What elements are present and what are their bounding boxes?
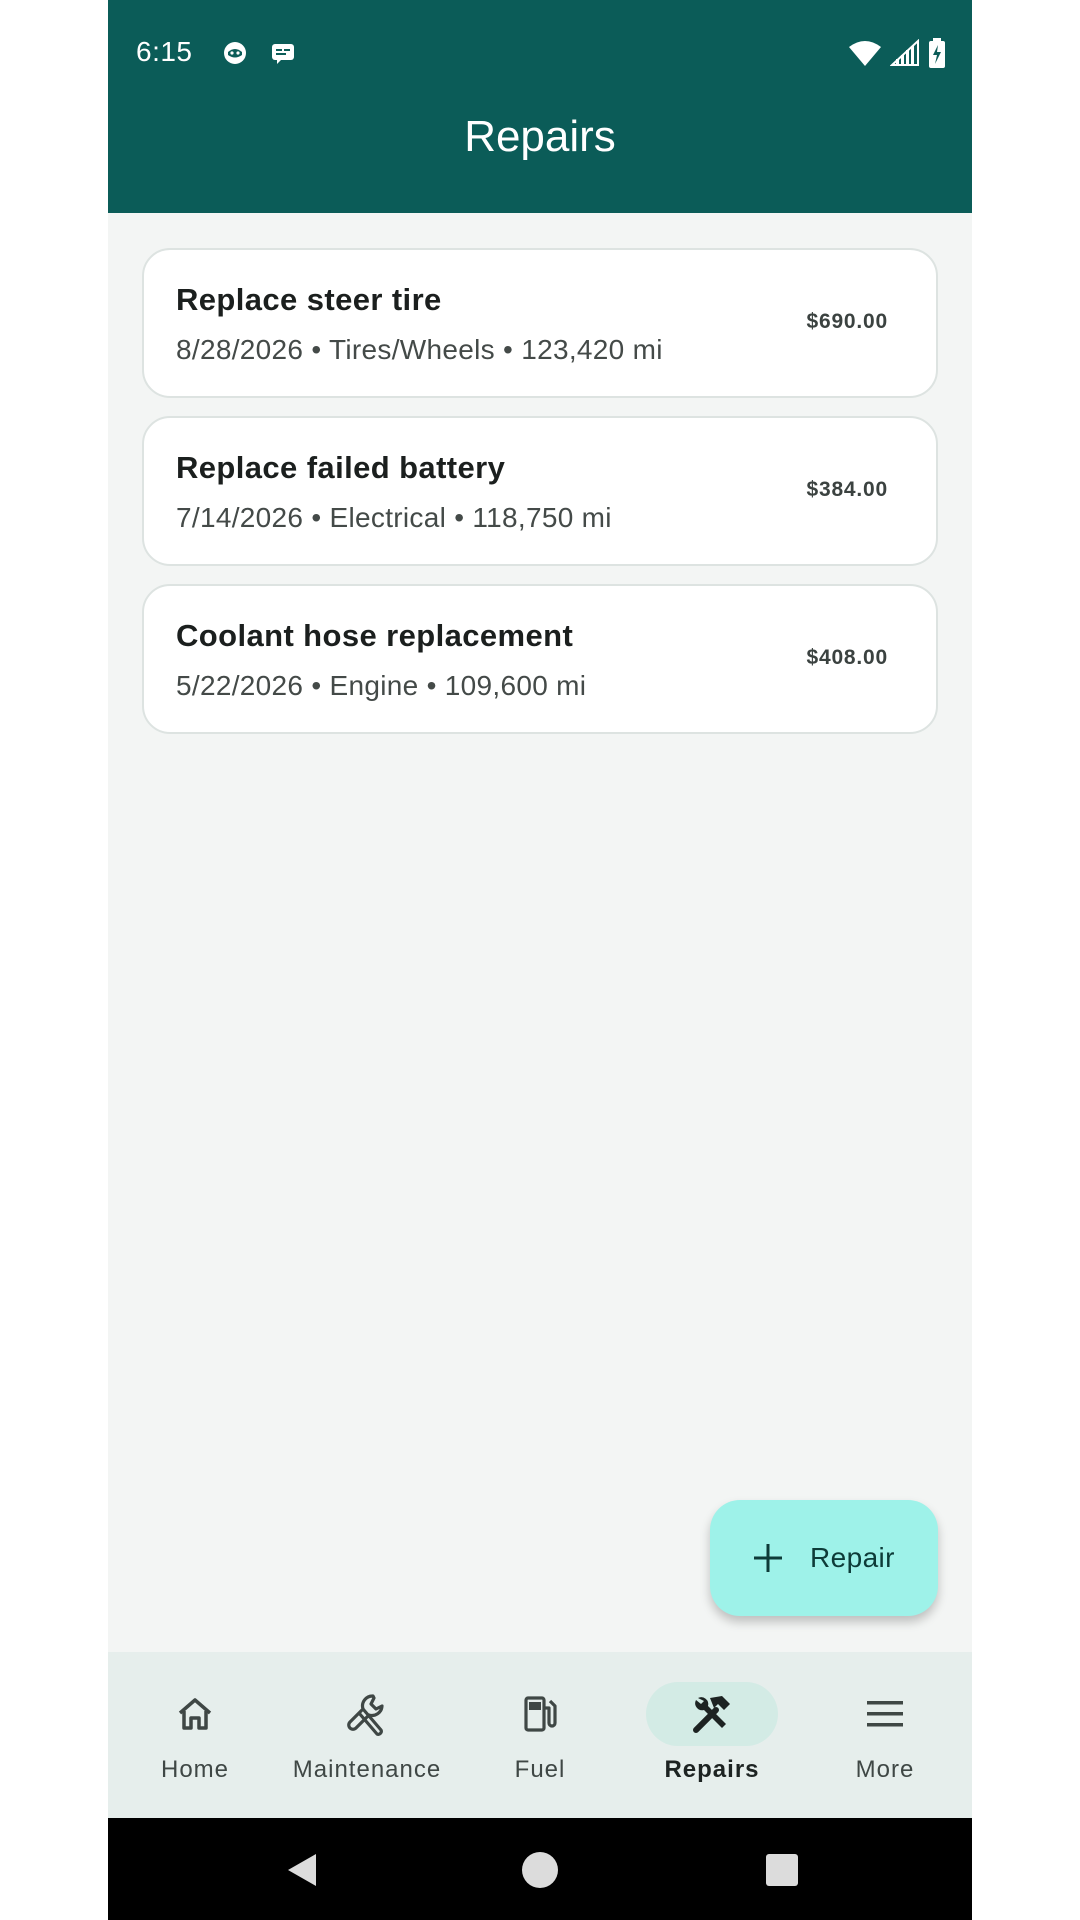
nav-item-home[interactable]: Home <box>109 1652 281 1818</box>
nav-item-maintenance[interactable]: Maintenance <box>281 1652 453 1818</box>
status-icons <box>848 38 946 68</box>
nav-label: More <box>855 1756 915 1783</box>
phone-screen: 6:15 Repairs Replace steer tire 8/28/202… <box>108 0 972 1920</box>
home-icon <box>178 1698 212 1730</box>
repair-amount: $690.00 <box>806 310 888 333</box>
nav-label: Fuel <box>514 1756 566 1783</box>
nav-pill <box>474 1682 606 1746</box>
nav-pill-active <box>646 1682 778 1746</box>
back-icon[interactable] <box>282 1850 322 1890</box>
signal-icon <box>890 39 919 66</box>
menu-icon <box>867 1701 903 1727</box>
repair-amount: $384.00 <box>806 478 888 501</box>
battery-icon <box>929 38 945 68</box>
plus-icon <box>754 1544 782 1572</box>
repair-title: Replace steer tire <box>176 282 442 317</box>
app-bar: Repairs <box>108 108 972 213</box>
repairs-list: Replace steer tire 8/28/2026 • Tires/Whe… <box>142 248 938 752</box>
repair-details: 7/14/2026 • Electrical • 118,750 mi <box>176 502 612 533</box>
add-repair-label: Repair <box>810 1542 895 1573</box>
page-title: Repairs <box>464 111 616 161</box>
add-repair-button[interactable]: Repair <box>710 1500 938 1616</box>
home-circle-icon[interactable] <box>520 1850 560 1890</box>
nav-label: Maintenance <box>292 1756 442 1783</box>
status-bar: 6:15 <box>108 0 972 108</box>
repair-amount: $408.00 <box>806 646 888 669</box>
recents-icon[interactable] <box>764 1852 800 1888</box>
app-notification-icon <box>224 42 246 64</box>
wifi-icon <box>849 41 881 66</box>
repair-card[interactable]: Replace failed battery 7/14/2026 • Elect… <box>142 416 938 566</box>
repair-title: Coolant hose replacement <box>176 618 574 653</box>
repair-title: Replace failed battery <box>176 450 506 485</box>
nav-item-fuel[interactable]: Fuel <box>454 1652 626 1818</box>
repair-details: 8/28/2026 • Tires/Wheels • 123,420 mi <box>176 334 663 365</box>
nav-label: Home <box>160 1756 230 1783</box>
bottom-navigation: Home Maintenance Fuel Repairs More <box>108 1652 972 1818</box>
nav-item-more[interactable]: More <box>799 1652 971 1818</box>
fuel-pump-icon <box>524 1696 557 1732</box>
message-notification-icon <box>272 44 294 64</box>
status-time: 6:15 <box>136 36 193 67</box>
repair-card[interactable]: Coolant hose replacement 5/22/2026 • Eng… <box>142 584 938 734</box>
nav-pill <box>301 1682 433 1746</box>
wrench-icon <box>347 1694 384 1736</box>
repair-details: 5/22/2026 • Engine • 109,600 mi <box>176 670 587 701</box>
repair-card[interactable]: Replace steer tire 8/28/2026 • Tires/Whe… <box>142 248 938 398</box>
nav-item-repairs[interactable]: Repairs <box>626 1652 798 1818</box>
nav-pill <box>819 1682 951 1746</box>
nav-label: Repairs <box>664 1756 760 1783</box>
system-navigation-bar <box>108 1818 972 1920</box>
nav-pill <box>129 1682 261 1746</box>
hammer-wrench-icon <box>693 1696 730 1733</box>
